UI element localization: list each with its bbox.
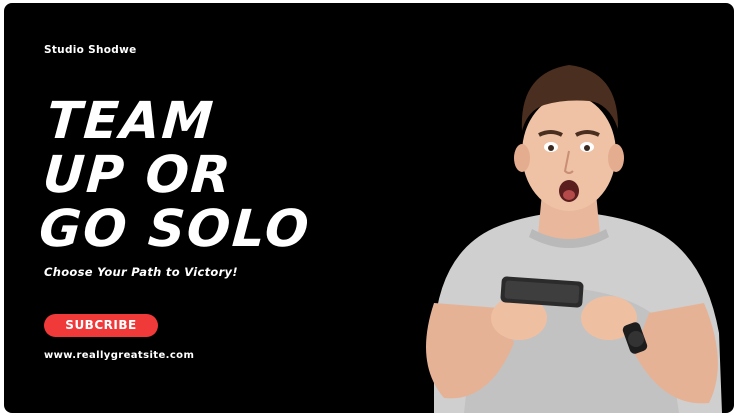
banner-card: Studio Shodwe TEAM UP OR GO SOLO Choose … bbox=[4, 3, 734, 413]
subscribe-button[interactable]: SUBCRIBE bbox=[44, 314, 158, 337]
gamer-photo bbox=[426, 65, 722, 413]
headline: TEAM UP OR GO SOLO bbox=[37, 92, 319, 259]
headline-line-3: GO SOLO bbox=[37, 200, 313, 259]
canvas: Studio Shodwe TEAM UP OR GO SOLO Choose … bbox=[0, 0, 737, 416]
website-url[interactable]: www.reallygreatsite.com bbox=[44, 350, 194, 361]
brand-name: Studio Shodwe bbox=[44, 44, 137, 56]
tagline: Choose Your Path to Victory! bbox=[44, 265, 238, 279]
headline-line-2: UP OR bbox=[40, 146, 235, 205]
headline-line-1: TEAM bbox=[44, 92, 217, 151]
